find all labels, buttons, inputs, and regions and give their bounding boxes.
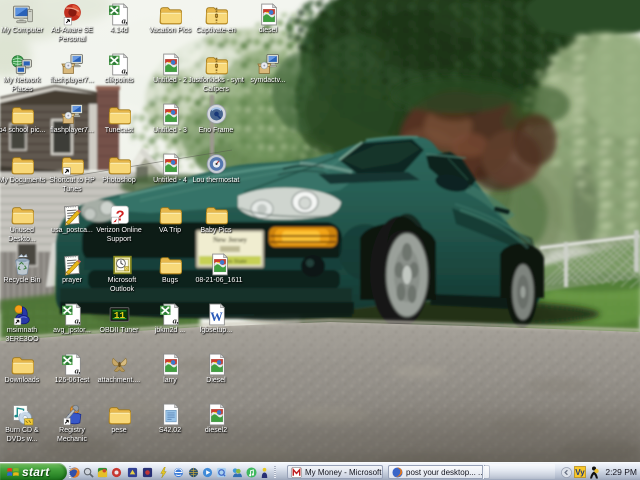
svg-text:a,: a, — [172, 316, 178, 325]
svg-text:Vy: Vy — [576, 468, 586, 477]
svg-text:W: W — [210, 310, 223, 324]
svg-text:a,: a, — [74, 316, 80, 325]
svg-text:New Jersey: New Jersey — [213, 236, 248, 244]
svg-text:a,: a, — [121, 66, 127, 75]
svg-text:11: 11 — [113, 310, 125, 321]
svg-text:a,: a, — [121, 16, 127, 25]
svg-text:a,: a, — [74, 366, 80, 375]
